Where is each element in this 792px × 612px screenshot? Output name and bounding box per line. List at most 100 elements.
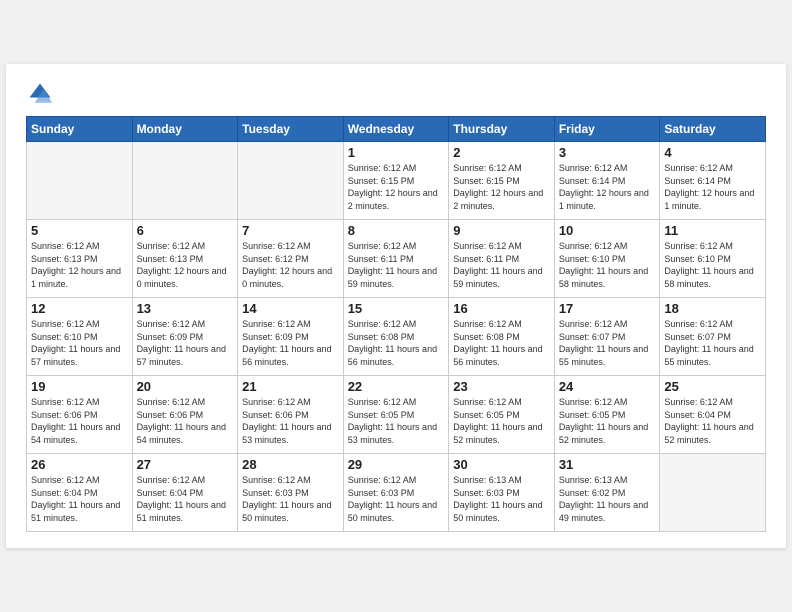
day-number: 13 xyxy=(137,301,234,316)
day-info: Sunrise: 6:12 AMSunset: 6:14 PMDaylight:… xyxy=(664,162,761,212)
weekday-header-row: SundayMondayTuesdayWednesdayThursdayFrid… xyxy=(27,117,766,142)
weekday-header-wednesday: Wednesday xyxy=(343,117,449,142)
week-row-4: 26 Sunrise: 6:12 AMSunset: 6:04 PMDayligh… xyxy=(27,454,766,532)
day-number: 15 xyxy=(348,301,445,316)
calendar-cell xyxy=(238,142,344,220)
day-number: 2 xyxy=(453,145,550,160)
calendar-cell: 31 Sunrise: 6:13 AMSunset: 6:02 PMDayligh… xyxy=(554,454,660,532)
day-number: 11 xyxy=(664,223,761,238)
day-info: Sunrise: 6:12 AMSunset: 6:07 PMDaylight:… xyxy=(664,318,761,368)
day-number: 19 xyxy=(31,379,128,394)
day-number: 30 xyxy=(453,457,550,472)
day-number: 26 xyxy=(31,457,128,472)
day-info: Sunrise: 6:12 AMSunset: 6:12 PMDaylight:… xyxy=(242,240,339,290)
calendar-cell: 16Sunrise: 6:12 AMSunset: 6:08 PMDayligh… xyxy=(449,298,555,376)
day-info: Sunrise: 6:12 AMSunset: 6:10 PMDaylight:… xyxy=(31,318,128,368)
weekday-header-sunday: Sunday xyxy=(27,117,133,142)
day-info: Sunrise: 6:12 AMSunset: 6:14 PMDaylight:… xyxy=(559,162,656,212)
day-number: 21 xyxy=(242,379,339,394)
day-number: 7 xyxy=(242,223,339,238)
day-number: 6 xyxy=(137,223,234,238)
day-info: Sunrise: 6:12 AMSunset: 6:05 PMDaylight:… xyxy=(559,396,656,446)
calendar-header xyxy=(26,80,766,108)
weekday-header-saturday: Saturday xyxy=(660,117,766,142)
week-row-3: 19 Sunrise: 6:12 AMSunset: 6:06 PMDayligh… xyxy=(27,376,766,454)
day-number: 20 xyxy=(137,379,234,394)
calendar-cell: 21 Sunrise: 6:12 AMSunset: 6:06 PMDayligh… xyxy=(238,376,344,454)
day-info: Sunrise: 6:13 AMSunset: 6:02 PMDaylight:… xyxy=(559,474,656,524)
calendar-cell: 18 Sunrise: 6:12 AMSunset: 6:07 PMDayligh… xyxy=(660,298,766,376)
calendar-cell: 9 Sunrise: 6:12 AMSunset: 6:11 PMDaylight… xyxy=(449,220,555,298)
calendar-cell xyxy=(132,142,238,220)
day-info: Sunrise: 6:12 AMSunset: 6:05 PMDaylight:… xyxy=(348,396,445,446)
calendar-cell: 7 Sunrise: 6:12 AMSunset: 6:12 PMDaylight… xyxy=(238,220,344,298)
day-number: 31 xyxy=(559,457,656,472)
day-info: Sunrise: 6:13 AMSunset: 6:03 PMDaylight:… xyxy=(453,474,550,524)
calendar-cell: 29 Sunrise: 6:12 AMSunset: 6:03 PMDayligh… xyxy=(343,454,449,532)
day-number: 5 xyxy=(31,223,128,238)
day-info: Sunrise: 6:12 AMSunset: 6:03 PMDaylight:… xyxy=(348,474,445,524)
calendar-cell: 23 Sunrise: 6:12 AMSunset: 6:05 PMDayligh… xyxy=(449,376,555,454)
calendar-container: SundayMondayTuesdayWednesdayThursdayFrid… xyxy=(6,64,786,548)
week-row-1: 5 Sunrise: 6:12 AMSunset: 6:13 PMDaylight… xyxy=(27,220,766,298)
calendar-cell: 24 Sunrise: 6:12 AMSunset: 6:05 PMDayligh… xyxy=(554,376,660,454)
calendar-cell: 3 Sunrise: 6:12 AMSunset: 6:14 PMDaylight… xyxy=(554,142,660,220)
day-number: 14 xyxy=(242,301,339,316)
calendar-cell: 15 Sunrise: 6:12 AMSunset: 6:08 PMDayligh… xyxy=(343,298,449,376)
day-info: Sunrise: 6:12 AMSunset: 6:04 PMDaylight:… xyxy=(137,474,234,524)
calendar-cell: 6 Sunrise: 6:12 AMSunset: 6:13 PMDaylight… xyxy=(132,220,238,298)
calendar-cell: 11 Sunrise: 6:12 AMSunset: 6:10 PMDayligh… xyxy=(660,220,766,298)
day-number: 8 xyxy=(348,223,445,238)
calendar-cell: 28 Sunrise: 6:12 AMSunset: 6:03 PMDayligh… xyxy=(238,454,344,532)
day-info: Sunrise: 6:12 AMSunset: 6:09 PMDaylight:… xyxy=(242,318,339,368)
day-info: Sunrise: 6:12 AMSunset: 6:15 PMDaylight:… xyxy=(453,162,550,212)
weekday-header-friday: Friday xyxy=(554,117,660,142)
weekday-header-monday: Monday xyxy=(132,117,238,142)
day-number: 23 xyxy=(453,379,550,394)
day-info: Sunrise: 6:12 AMSunset: 6:10 PMDaylight:… xyxy=(559,240,656,290)
day-number: 25 xyxy=(664,379,761,394)
calendar-cell: 4 Sunrise: 6:12 AMSunset: 6:14 PMDaylight… xyxy=(660,142,766,220)
calendar-cell xyxy=(27,142,133,220)
day-number: 9 xyxy=(453,223,550,238)
day-number: 10 xyxy=(559,223,656,238)
day-number: 3 xyxy=(559,145,656,160)
day-info: Sunrise: 6:12 AMSunset: 6:06 PMDaylight:… xyxy=(31,396,128,446)
day-info: Sunrise: 6:12 AMSunset: 6:13 PMDaylight:… xyxy=(31,240,128,290)
day-number: 18 xyxy=(664,301,761,316)
calendar-cell: 10 Sunrise: 6:12 AMSunset: 6:10 PMDayligh… xyxy=(554,220,660,298)
logo xyxy=(26,80,58,108)
calendar-cell: 13 Sunrise: 6:12 AMSunset: 6:09 PMDayligh… xyxy=(132,298,238,376)
day-number: 29 xyxy=(348,457,445,472)
calendar-cell: 8 Sunrise: 6:12 AMSunset: 6:11 PMDaylight… xyxy=(343,220,449,298)
calendar-cell: 2 Sunrise: 6:12 AMSunset: 6:15 PMDaylight… xyxy=(449,142,555,220)
day-info: Sunrise: 6:12 AMSunset: 6:05 PMDaylight:… xyxy=(453,396,550,446)
day-number: 17 xyxy=(559,301,656,316)
day-number: 24 xyxy=(559,379,656,394)
day-info: Sunrise: 6:12 AMSunset: 6:09 PMDaylight:… xyxy=(137,318,234,368)
calendar-cell: 27Sunrise: 6:12 AMSunset: 6:04 PMDayligh… xyxy=(132,454,238,532)
calendar-cell: 1Sunrise: 6:12 AMSunset: 6:15 PMDaylight… xyxy=(343,142,449,220)
calendar-cell: 17Sunrise: 6:12 AMSunset: 6:07 PMDayligh… xyxy=(554,298,660,376)
calendar-table: SundayMondayTuesdayWednesdayThursdayFrid… xyxy=(26,116,766,532)
calendar-cell: 20Sunrise: 6:12 AMSunset: 6:06 PMDayligh… xyxy=(132,376,238,454)
calendar-cell: 5 Sunrise: 6:12 AMSunset: 6:13 PMDaylight… xyxy=(27,220,133,298)
day-number: 1 xyxy=(348,145,445,160)
day-info: Sunrise: 6:12 AMSunset: 6:10 PMDaylight:… xyxy=(664,240,761,290)
day-info: Sunrise: 6:12 AMSunset: 6:11 PMDaylight:… xyxy=(453,240,550,290)
calendar-cell: 22Sunrise: 6:12 AMSunset: 6:05 PMDayligh… xyxy=(343,376,449,454)
calendar-cell: 12Sunrise: 6:12 AMSunset: 6:10 PMDayligh… xyxy=(27,298,133,376)
day-info: Sunrise: 6:12 AMSunset: 6:11 PMDaylight:… xyxy=(348,240,445,290)
day-info: Sunrise: 6:12 AMSunset: 6:06 PMDaylight:… xyxy=(242,396,339,446)
day-number: 4 xyxy=(664,145,761,160)
day-info: Sunrise: 6:12 AMSunset: 6:03 PMDaylight:… xyxy=(242,474,339,524)
day-info: Sunrise: 6:12 AMSunset: 6:04 PMDaylight:… xyxy=(31,474,128,524)
day-info: Sunrise: 6:12 AMSunset: 6:08 PMDaylight:… xyxy=(348,318,445,368)
day-info: Sunrise: 6:12 AMSunset: 6:13 PMDaylight:… xyxy=(137,240,234,290)
week-row-0: 1 Sunrise: 6:12 AMSunset: 6:15 PMDaylight… xyxy=(27,142,766,220)
day-number: 28 xyxy=(242,457,339,472)
weekday-header-thursday: Thursday xyxy=(449,117,555,142)
calendar-cell xyxy=(660,454,766,532)
day-info: Sunrise: 6:12 AMSunset: 6:04 PMDaylight:… xyxy=(664,396,761,446)
day-info: Sunrise: 6:12 AMSunset: 6:08 PMDaylight:… xyxy=(453,318,550,368)
